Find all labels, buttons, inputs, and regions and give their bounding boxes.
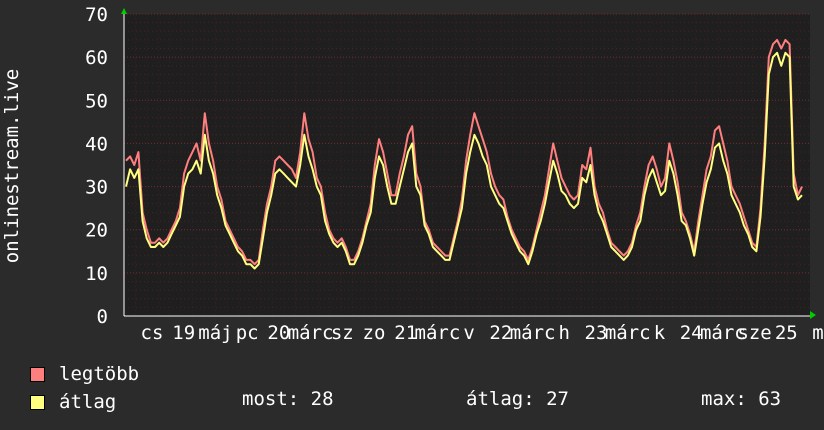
y-tick-label: 70	[85, 4, 108, 26]
x-tick-label: pc	[236, 322, 259, 344]
x-tick-label: zo	[363, 322, 386, 344]
legend-label-avg: átlag	[59, 391, 117, 413]
y-tick-label: 0	[97, 306, 108, 328]
y-tick-label: 20	[85, 220, 108, 242]
x-tick-label: 25	[775, 322, 798, 344]
x-tick-label: márc	[605, 322, 651, 344]
y-axis-ticks: 0 10 20 30 40 50 60 70	[85, 4, 108, 328]
y-axis-label: onlinestream.live	[1, 69, 23, 263]
legend-item-avg: átlag	[30, 390, 116, 414]
x-tick-label: márc	[510, 322, 556, 344]
x-tick-label: v	[463, 322, 474, 344]
y-tick-label: 50	[85, 90, 108, 112]
legend-label-max: legtöbb	[59, 363, 140, 385]
x-tick-label: cs	[141, 322, 164, 344]
legend-swatch-max	[30, 366, 45, 382]
stat-max: max: 63	[701, 388, 782, 410]
y-tick-label: 30	[85, 177, 108, 199]
stat-average: átlag: 27	[466, 388, 569, 410]
x-tick-label: márc	[288, 322, 334, 344]
legend-item-max: legtöbb	[30, 362, 139, 386]
stat-current: most: 28	[242, 388, 334, 410]
x-tick-label: h	[559, 322, 570, 344]
x-tick-label: 19	[172, 322, 195, 344]
legend-swatch-avg	[30, 394, 45, 410]
x-tick-label: sze	[737, 322, 771, 344]
y-tick-label: 40	[85, 133, 108, 155]
x-tick-label: m	[812, 322, 823, 344]
x-tick-label: máj	[198, 322, 232, 344]
x-axis-ticks: cs 19 máj pc 20márcsz zo 21márc v 22márc h 23márc k…	[141, 322, 824, 344]
x-tick-label: sz	[331, 322, 354, 344]
y-axis-arrow-icon	[121, 8, 127, 14]
x-tick-label: márc	[415, 322, 461, 344]
y-tick-label: 10	[85, 263, 108, 285]
x-axis-arrow-icon	[810, 311, 816, 319]
x-tick-label: k	[654, 322, 666, 344]
y-tick-label: 60	[85, 47, 108, 69]
